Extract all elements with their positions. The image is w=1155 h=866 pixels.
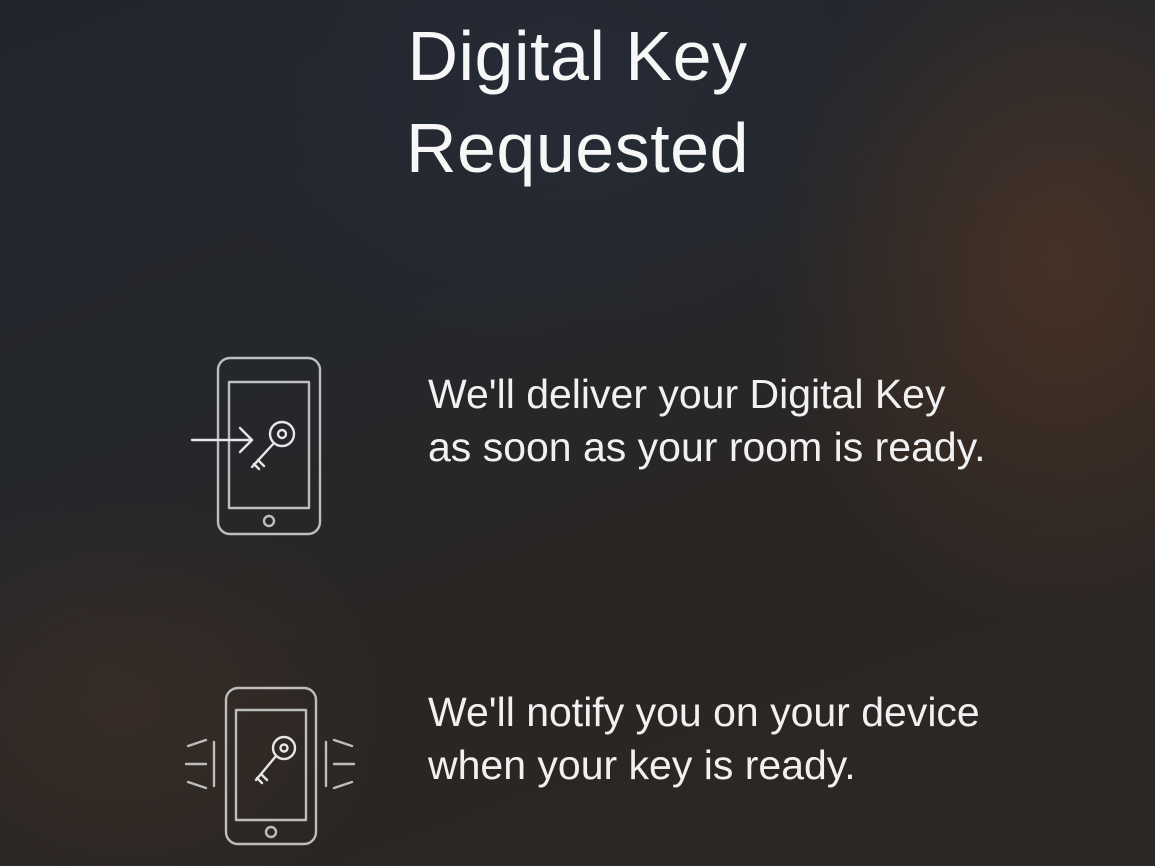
step-deliver-key-text: We'll deliver your Digital Key as soon a… bbox=[428, 371, 986, 470]
step-deliver-key: We'll deliver your Digital Key as soon a… bbox=[0, 352, 1155, 542]
page-title: Digital Key Requested bbox=[0, 10, 1155, 194]
title-line-1: Digital Key bbox=[407, 17, 748, 95]
step-notify-device: We'll notify you on your device when you… bbox=[0, 682, 1155, 866]
step-notify-device-text: We'll notify you on your device when you… bbox=[428, 689, 980, 788]
phone-key-delivery-icon bbox=[186, 354, 328, 540]
phone-key-notification-icon bbox=[180, 684, 360, 850]
title-line-2: Requested bbox=[405, 109, 750, 187]
